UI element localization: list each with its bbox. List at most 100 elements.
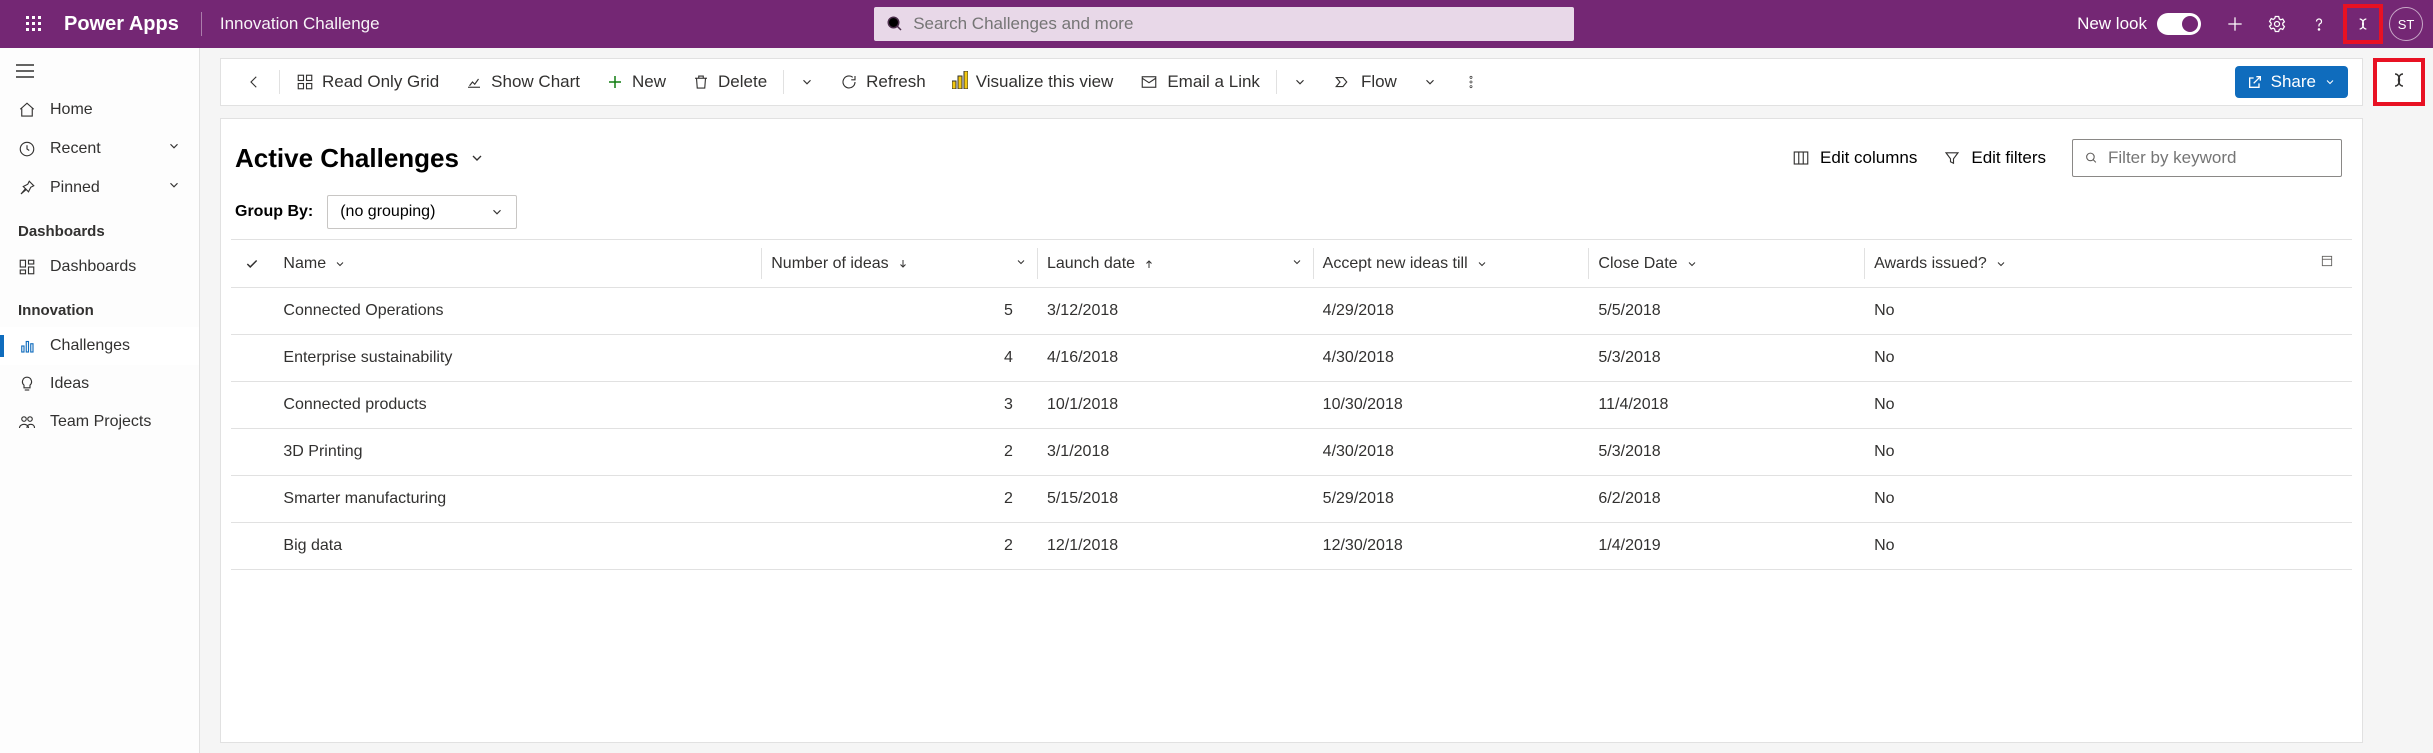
avatar[interactable]: ST: [2389, 7, 2423, 41]
cell-awards: No: [1864, 429, 2309, 476]
divider: [201, 12, 202, 36]
sidebar-item-dashboards[interactable]: Dashboards: [0, 248, 199, 286]
global-search[interactable]: [874, 7, 1574, 41]
delete-button[interactable]: Delete: [682, 66, 777, 98]
hamburger-icon[interactable]: [0, 56, 199, 91]
cell-awards: No: [1864, 523, 2309, 570]
row-checkbox[interactable]: [231, 523, 273, 570]
cell-awards: No: [1864, 288, 2309, 335]
cell-close: 5/3/2018: [1588, 335, 1864, 382]
row-checkbox[interactable]: [231, 429, 273, 476]
global-search-input[interactable]: [913, 14, 1562, 34]
row-checkbox[interactable]: [231, 476, 273, 523]
read-only-grid-button[interactable]: Read Only Grid: [286, 66, 449, 98]
cell-overflow[interactable]: [2310, 523, 2352, 570]
sidebar: Home Recent Pinned Dashboards Dashboards…: [0, 48, 200, 753]
cell-num-ideas: 2: [761, 476, 1037, 523]
powerbi-icon: [952, 71, 968, 94]
table-row[interactable]: Smarter manufacturing 2 5/15/2018 5/29/2…: [231, 476, 2352, 523]
cell-overflow[interactable]: [2310, 288, 2352, 335]
cell-overflow[interactable]: [2310, 382, 2352, 429]
cell-overflow[interactable]: [2310, 429, 2352, 476]
cell-awards: No: [1864, 335, 2309, 382]
cell-awards: No: [1864, 476, 2309, 523]
cell-close: 1/4/2019: [1588, 523, 1864, 570]
sidebar-item-label: Dashboards: [50, 258, 136, 276]
sort-desc-icon: [897, 258, 909, 270]
sidebar-item-challenges[interactable]: Challenges: [0, 327, 199, 365]
column-header-close[interactable]: Close Date: [1588, 240, 1864, 288]
select-all-checkbox[interactable]: [231, 240, 273, 288]
view-selector[interactable]: Active Challenges: [235, 143, 485, 174]
visualize-button[interactable]: Visualize this view: [942, 65, 1124, 100]
cell-close: 5/5/2018: [1588, 288, 1864, 335]
table-row[interactable]: Connected products 3 10/1/2018 10/30/201…: [231, 382, 2352, 429]
email-split-chevron[interactable]: [1283, 69, 1317, 95]
email-link-button[interactable]: Email a Link: [1129, 66, 1270, 98]
add-icon[interactable]: [2217, 6, 2253, 42]
pin-icon: [18, 179, 36, 197]
row-checkbox[interactable]: [231, 382, 273, 429]
cell-close: 5/3/2018: [1588, 429, 1864, 476]
help-icon[interactable]: [2301, 6, 2337, 42]
group-by-dropdown[interactable]: (no grouping): [327, 195, 517, 229]
copilot-icon[interactable]: [2387, 68, 2411, 97]
chevron-down-icon: [167, 139, 181, 158]
app-name[interactable]: Innovation Challenge: [208, 14, 392, 34]
column-overflow[interactable]: [2310, 240, 2352, 288]
cell-close: 6/2/2018: [1588, 476, 1864, 523]
gear-icon[interactable]: [2259, 6, 2295, 42]
column-header-accept[interactable]: Accept new ideas till: [1313, 240, 1589, 288]
sidebar-item-home[interactable]: Home: [0, 91, 199, 129]
table-row[interactable]: 3D Printing 2 3/1/2018 4/30/2018 5/3/201…: [231, 429, 2352, 476]
row-checkbox[interactable]: [231, 288, 273, 335]
challenges-icon: [18, 337, 36, 355]
global-header: Power Apps Innovation Challenge New look…: [0, 0, 2433, 48]
flow-chevron[interactable]: [1413, 69, 1447, 95]
column-header-name[interactable]: Name: [273, 240, 761, 288]
column-header-num-ideas[interactable]: Number of ideas: [761, 240, 1037, 288]
cell-overflow[interactable]: [2310, 476, 2352, 523]
table-row[interactable]: Big data 2 12/1/2018 12/30/2018 1/4/2019…: [231, 523, 2352, 570]
column-header-awards[interactable]: Awards issued?: [1864, 240, 2309, 288]
copilot-panel-highlight: [2373, 58, 2425, 106]
show-chart-button[interactable]: Show Chart: [455, 66, 590, 98]
table-row[interactable]: Connected Operations 5 3/12/2018 4/29/20…: [231, 288, 2352, 335]
brand-label[interactable]: Power Apps: [58, 13, 195, 36]
cell-name: Connected products: [273, 382, 761, 429]
row-checkbox[interactable]: [231, 335, 273, 382]
back-button[interactable]: [235, 67, 273, 97]
chevron-down-icon[interactable]: [1015, 255, 1027, 273]
edit-columns-button[interactable]: Edit columns: [1792, 148, 1917, 168]
copilot-icon[interactable]: [2349, 10, 2377, 38]
sidebar-item-recent[interactable]: Recent: [0, 129, 199, 168]
sidebar-item-ideas[interactable]: Ideas: [0, 365, 199, 403]
sidebar-item-pinned[interactable]: Pinned: [0, 168, 199, 207]
share-button[interactable]: Share: [2235, 66, 2348, 98]
cell-name: Enterprise sustainability: [273, 335, 761, 382]
sidebar-item-team-projects[interactable]: Team Projects: [0, 403, 199, 441]
cell-accept: 4/29/2018: [1313, 288, 1589, 335]
app-launcher-icon[interactable]: [10, 16, 58, 32]
cell-num-ideas: 5: [761, 288, 1037, 335]
view-title: Active Challenges: [235, 143, 459, 174]
new-look-label: New look: [2077, 14, 2147, 34]
keyword-filter[interactable]: [2072, 139, 2342, 177]
refresh-button[interactable]: Refresh: [830, 66, 936, 98]
new-look-toggle[interactable]: New look: [2077, 13, 2201, 35]
chevron-down-icon: [1995, 258, 2007, 270]
keyword-filter-input[interactable]: [2108, 148, 2329, 168]
cell-accept: 5/29/2018: [1313, 476, 1589, 523]
column-header-launch[interactable]: Launch date: [1037, 240, 1313, 288]
flow-button[interactable]: Flow: [1323, 66, 1407, 98]
cell-overflow[interactable]: [2310, 335, 2352, 382]
table-row[interactable]: Enterprise sustainability 4 4/16/2018 4/…: [231, 335, 2352, 382]
overflow-menu[interactable]: [1453, 68, 1489, 96]
cell-num-ideas: 2: [761, 429, 1037, 476]
chevron-down-icon[interactable]: [1291, 255, 1303, 273]
new-button[interactable]: New: [596, 66, 676, 98]
clock-icon: [18, 140, 36, 158]
cell-launch: 10/1/2018: [1037, 382, 1313, 429]
delete-split-chevron[interactable]: [790, 69, 824, 95]
edit-filters-button[interactable]: Edit filters: [1943, 148, 2046, 168]
